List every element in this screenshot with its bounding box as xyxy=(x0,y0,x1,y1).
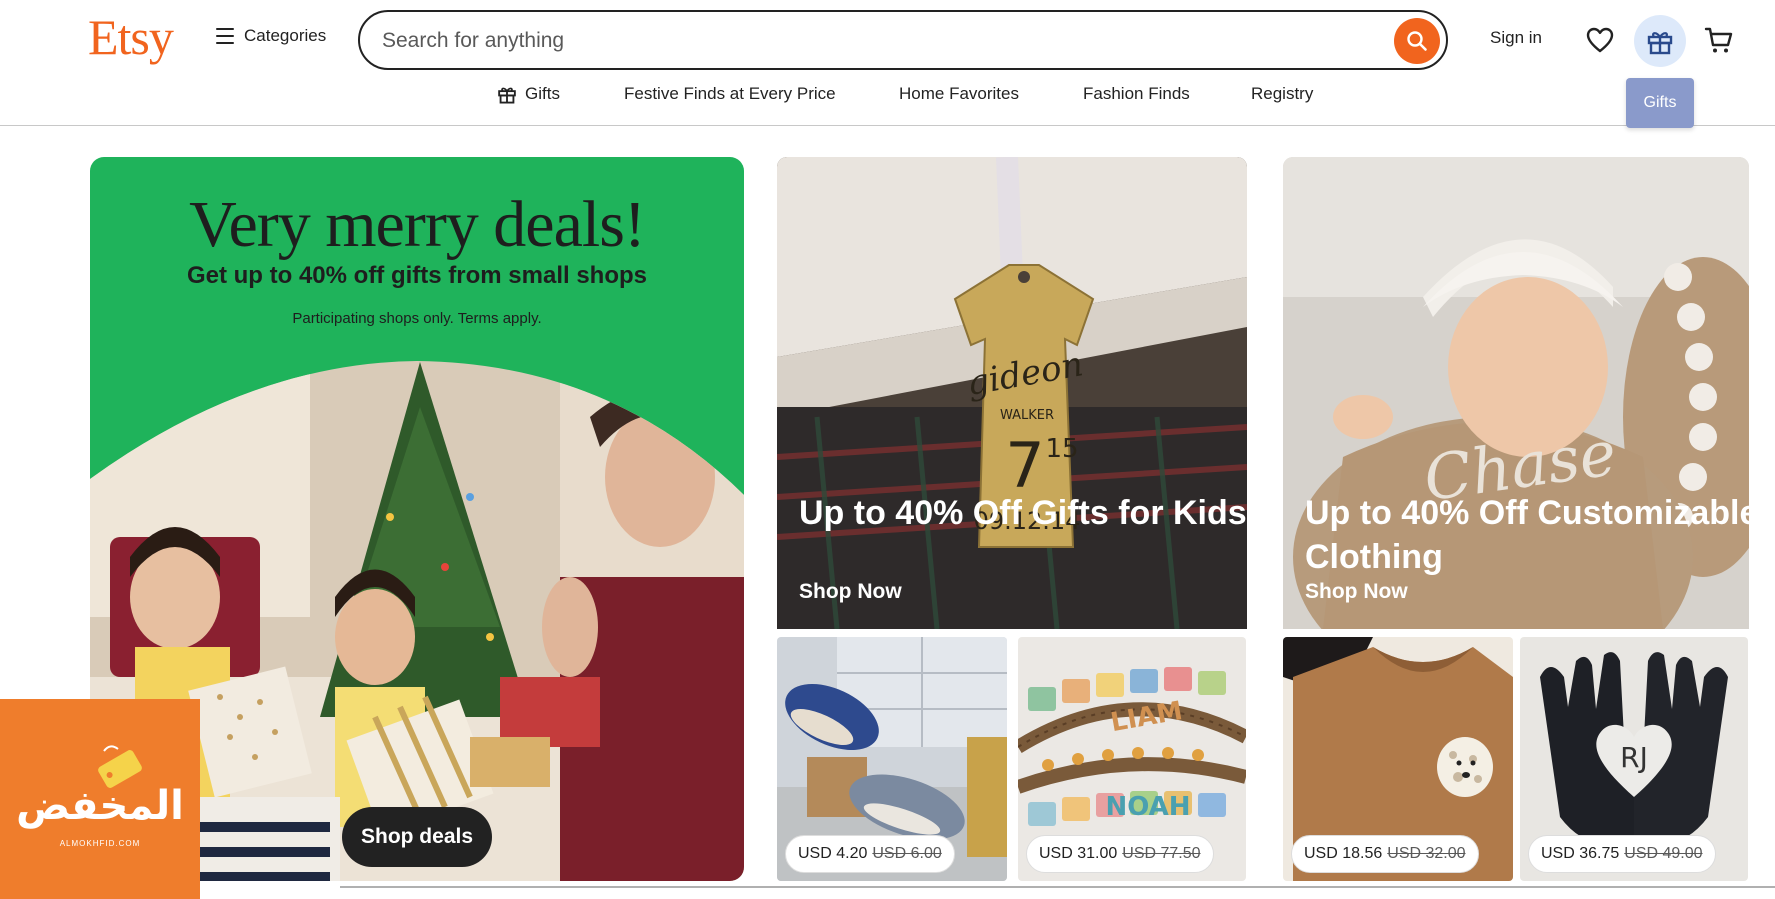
svg-text:15: 15 xyxy=(1045,434,1078,464)
shop-deals-button[interactable]: Shop deals xyxy=(342,807,492,867)
gifts-tooltip: Gifts xyxy=(1626,78,1694,128)
nav-item-label: Gifts xyxy=(525,84,560,103)
nav-item-fashion-finds[interactable]: Fashion Finds xyxy=(1083,84,1190,104)
promo-title: Up to 40% Off Customizable Clothing xyxy=(1305,494,1749,576)
product-card-whale[interactable]: USD 4.20 USD 6.00 xyxy=(777,637,1007,881)
original-price: USD 77.50 xyxy=(1122,845,1201,862)
price-tag: USD 18.56 USD 32.00 xyxy=(1291,835,1479,873)
glove-initials: RJ xyxy=(1620,741,1648,774)
watermark-text: المخفض xyxy=(16,783,184,829)
nav-item-registry[interactable]: Registry xyxy=(1251,84,1313,104)
price-tag: USD 4.20 USD 6.00 xyxy=(785,835,955,873)
watermark-url: ALMOKHFID.COM xyxy=(59,839,141,848)
promo-shop-now-link[interactable]: Shop Now xyxy=(799,580,902,604)
divider xyxy=(340,886,1775,888)
nav-item-label: Registry xyxy=(1251,84,1314,103)
nav-item-gifts[interactable]: Gifts xyxy=(497,84,560,104)
hero-terms: Participating shops only. Terms apply. xyxy=(292,310,542,327)
product-card-name-train[interactable]: LIAM NOAH USD 31.00 USD 77.50 xyxy=(1018,637,1246,881)
train-name-bottom: NOAH xyxy=(1105,792,1190,822)
promo-shop-now-link[interactable]: Shop Now xyxy=(1305,580,1408,604)
hero-title: Very merry deals! xyxy=(189,188,646,261)
product-card-dog-sweatshirt[interactable]: USD 18.56 USD 32.00 xyxy=(1283,637,1513,881)
categories-label: Categories xyxy=(244,26,327,45)
sale-price: USD 4.20 xyxy=(798,845,868,862)
promo-title: Up to 40% Off Gifts for Kids xyxy=(799,494,1247,532)
nav-item-festive-finds[interactable]: Festive Finds at Every Price xyxy=(624,84,836,104)
sign-in-link[interactable]: Sign in xyxy=(1490,28,1542,48)
nav-item-label: Home Favorites xyxy=(899,84,1019,103)
sale-price: USD 18.56 xyxy=(1304,845,1383,862)
heart-icon xyxy=(1586,27,1614,53)
original-price: USD 6.00 xyxy=(872,845,942,862)
sale-price: USD 31.00 xyxy=(1039,845,1118,862)
favorites-button[interactable] xyxy=(1584,24,1616,56)
promo-gifts-for-kids[interactable]: gideon WALKER 7 15 09.12.14 Up to 40% Of… xyxy=(777,157,1247,629)
nav-item-label: Fashion Finds xyxy=(1083,84,1190,103)
gift-icon xyxy=(498,87,516,104)
promo-image-ornament: gideon WALKER 7 15 09.12.14 xyxy=(777,157,1247,629)
nav-item-label: Festive Finds at Every Price xyxy=(624,84,836,103)
cart-button[interactable] xyxy=(1702,23,1736,57)
nav-item-home-favorites[interactable]: Home Favorites xyxy=(899,84,1019,104)
product-card-heart-gloves[interactable]: RJ USD 36.75 USD 49.00 xyxy=(1520,637,1748,881)
cart-icon xyxy=(1704,27,1733,53)
search-icon xyxy=(1407,31,1427,51)
original-price: USD 49.00 xyxy=(1624,845,1703,862)
gifts-button[interactable] xyxy=(1634,15,1686,67)
site-header: Etsy Categories Sign in xyxy=(0,0,1775,126)
price-tag: USD 36.75 USD 49.00 xyxy=(1528,835,1716,873)
search-input[interactable] xyxy=(382,26,1362,56)
menu-icon xyxy=(216,28,234,44)
gift-icon xyxy=(1647,32,1673,55)
etsy-logo[interactable]: Etsy xyxy=(88,8,174,66)
sale-price: USD 36.75 xyxy=(1541,845,1620,862)
promo-customizable-clothing[interactable]: Chase Up to 40% Off Customizable Clothin… xyxy=(1283,157,1749,629)
search-button[interactable] xyxy=(1394,18,1440,64)
search-bar xyxy=(358,10,1448,70)
watermark-logo: المخفض ALMOKHFID.COM xyxy=(0,699,200,899)
ornament-middle-name: WALKER xyxy=(1000,408,1054,423)
hero-subtitle: Get up to 40% off gifts from small shops xyxy=(186,262,648,289)
categories-menu-button[interactable]: Categories xyxy=(216,26,326,46)
price-tag: USD 31.00 USD 77.50 xyxy=(1026,835,1214,873)
original-price: USD 32.00 xyxy=(1387,845,1466,862)
category-nav: Gifts Festive Finds at Every Price Home … xyxy=(0,84,1775,114)
